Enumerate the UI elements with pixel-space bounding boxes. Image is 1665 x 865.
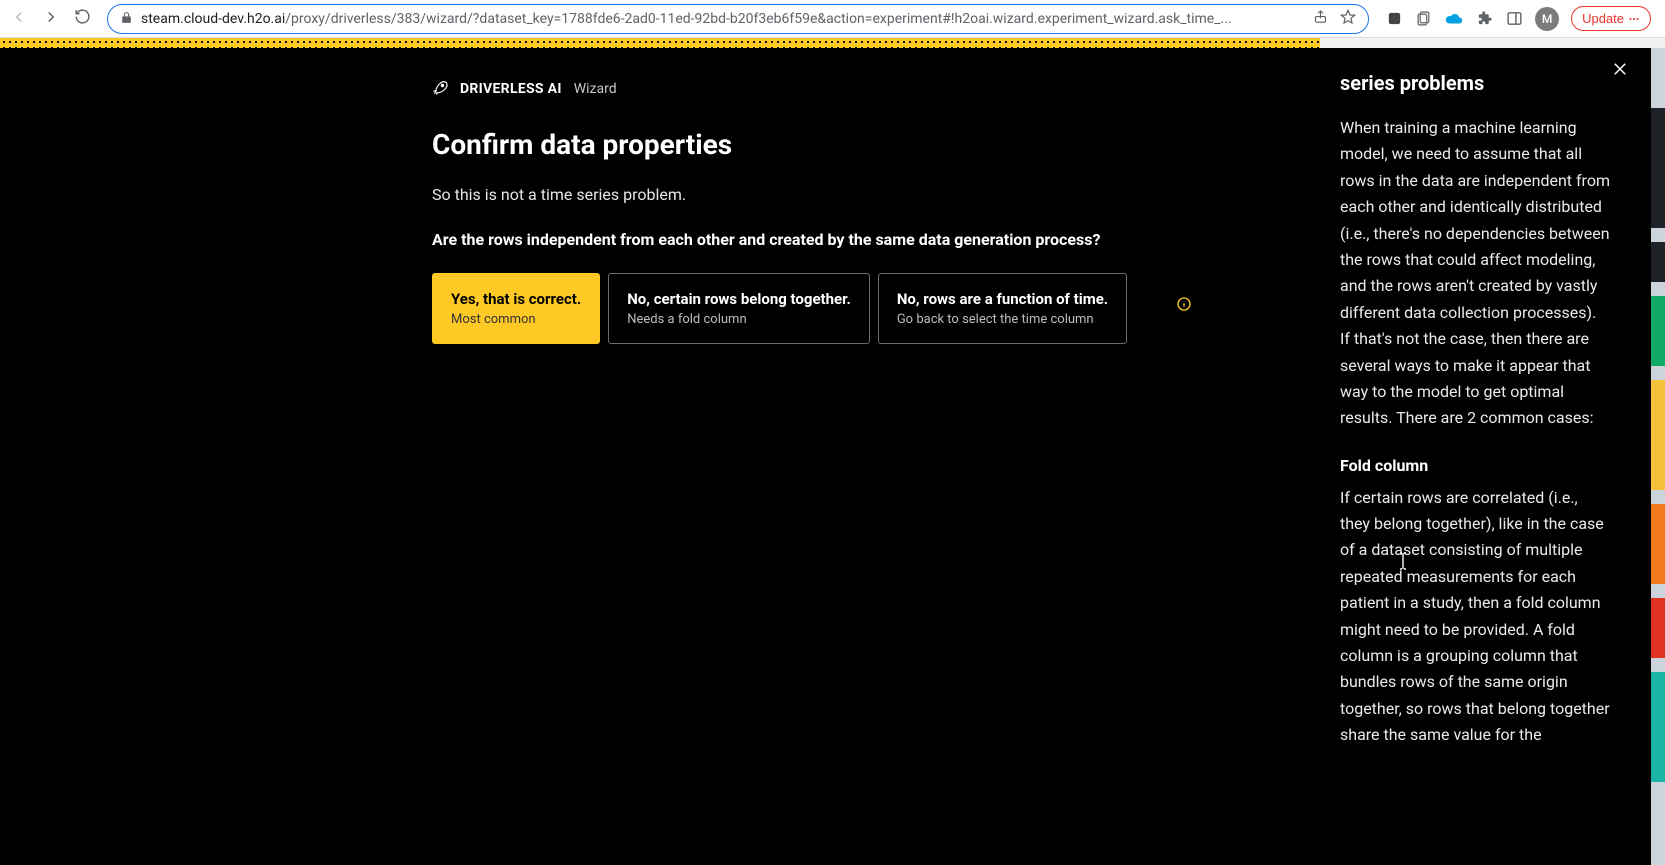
main-column: DRIVERLESS AI Wizard Confirm data proper…: [432, 78, 1172, 344]
option-subtitle: Most common: [451, 312, 581, 327]
option-title: No, rows are a function of time.: [897, 290, 1108, 308]
rocket-icon: [432, 78, 450, 100]
browser-chrome: steam.cloud-dev.h2o.ai/proxy/driverless/…: [0, 0, 1665, 38]
back-button[interactable]: [10, 8, 28, 30]
page-title: Confirm data properties: [432, 128, 1172, 161]
help-subheading-fold: Fold column: [1340, 456, 1610, 475]
share-icon[interactable]: [1313, 9, 1328, 28]
extensions-puzzle-icon[interactable]: [1475, 10, 1493, 28]
address-bar[interactable]: steam.cloud-dev.h2o.ai/proxy/driverless/…: [107, 4, 1369, 34]
nav-buttons: [10, 8, 91, 30]
right-color-strip: [1651, 48, 1665, 865]
forward-button[interactable]: [42, 8, 60, 30]
url-path: /proxy/driverless/383/wizard/?dataset_ke…: [285, 11, 1231, 27]
extension-icon-2[interactable]: [1415, 10, 1433, 28]
option-yes-correct[interactable]: Yes, that is correct. Most common: [432, 273, 600, 344]
reload-button[interactable]: [74, 8, 91, 29]
lock-icon: [120, 9, 133, 28]
extension-icon-1[interactable]: [1385, 10, 1403, 28]
update-button-label: Update: [1582, 11, 1624, 26]
yellow-banner-strip: [0, 38, 1320, 48]
option-subtitle: Go back to select the time column: [897, 312, 1108, 327]
panel-icon[interactable]: [1505, 10, 1523, 28]
help-title: Data distribution for non-time series pr…: [1340, 70, 1610, 97]
address-bar-actions: [1313, 9, 1356, 29]
options-row: Yes, that is correct. Most common No, ce…: [432, 273, 1172, 344]
page-lead: So this is not a time series problem.: [432, 185, 1172, 204]
url-text: steam.cloud-dev.h2o.ai/proxy/driverless/…: [141, 11, 1305, 27]
help-panel: Data distribution for non-time series pr…: [1340, 48, 1638, 749]
brand-subtitle: Wizard: [574, 81, 617, 97]
url-host: steam.cloud-dev.h2o.ai: [141, 11, 285, 27]
help-body-2: If certain rows are correlated (i.e., th…: [1340, 485, 1610, 749]
extension-icon-cloud[interactable]: [1445, 10, 1463, 28]
info-icon[interactable]: [1176, 296, 1192, 316]
brand-title: DRIVERLESS AI: [460, 81, 562, 97]
option-title: Yes, that is correct.: [451, 290, 581, 308]
page-question: Are the rows independent from each other…: [432, 230, 1172, 249]
profile-avatar[interactable]: M: [1535, 7, 1559, 31]
brand-row: DRIVERLESS AI Wizard: [432, 78, 1172, 100]
option-rows-belong-together[interactable]: No, certain rows belong together. Needs …: [608, 273, 870, 344]
option-rows-function-of-time[interactable]: No, rows are a function of time. Go back…: [878, 273, 1127, 344]
app-root: DRIVERLESS AI Wizard Confirm data proper…: [0, 48, 1665, 865]
option-subtitle: Needs a fold column: [627, 312, 851, 327]
chrome-toolbar-right: M Update: [1385, 6, 1651, 31]
help-body-1: When training a machine learning model, …: [1340, 115, 1610, 432]
help-title-line2: series problems: [1340, 71, 1484, 95]
update-button[interactable]: Update: [1571, 6, 1651, 31]
option-title: No, certain rows belong together.: [627, 290, 851, 308]
star-icon[interactable]: [1340, 9, 1356, 29]
